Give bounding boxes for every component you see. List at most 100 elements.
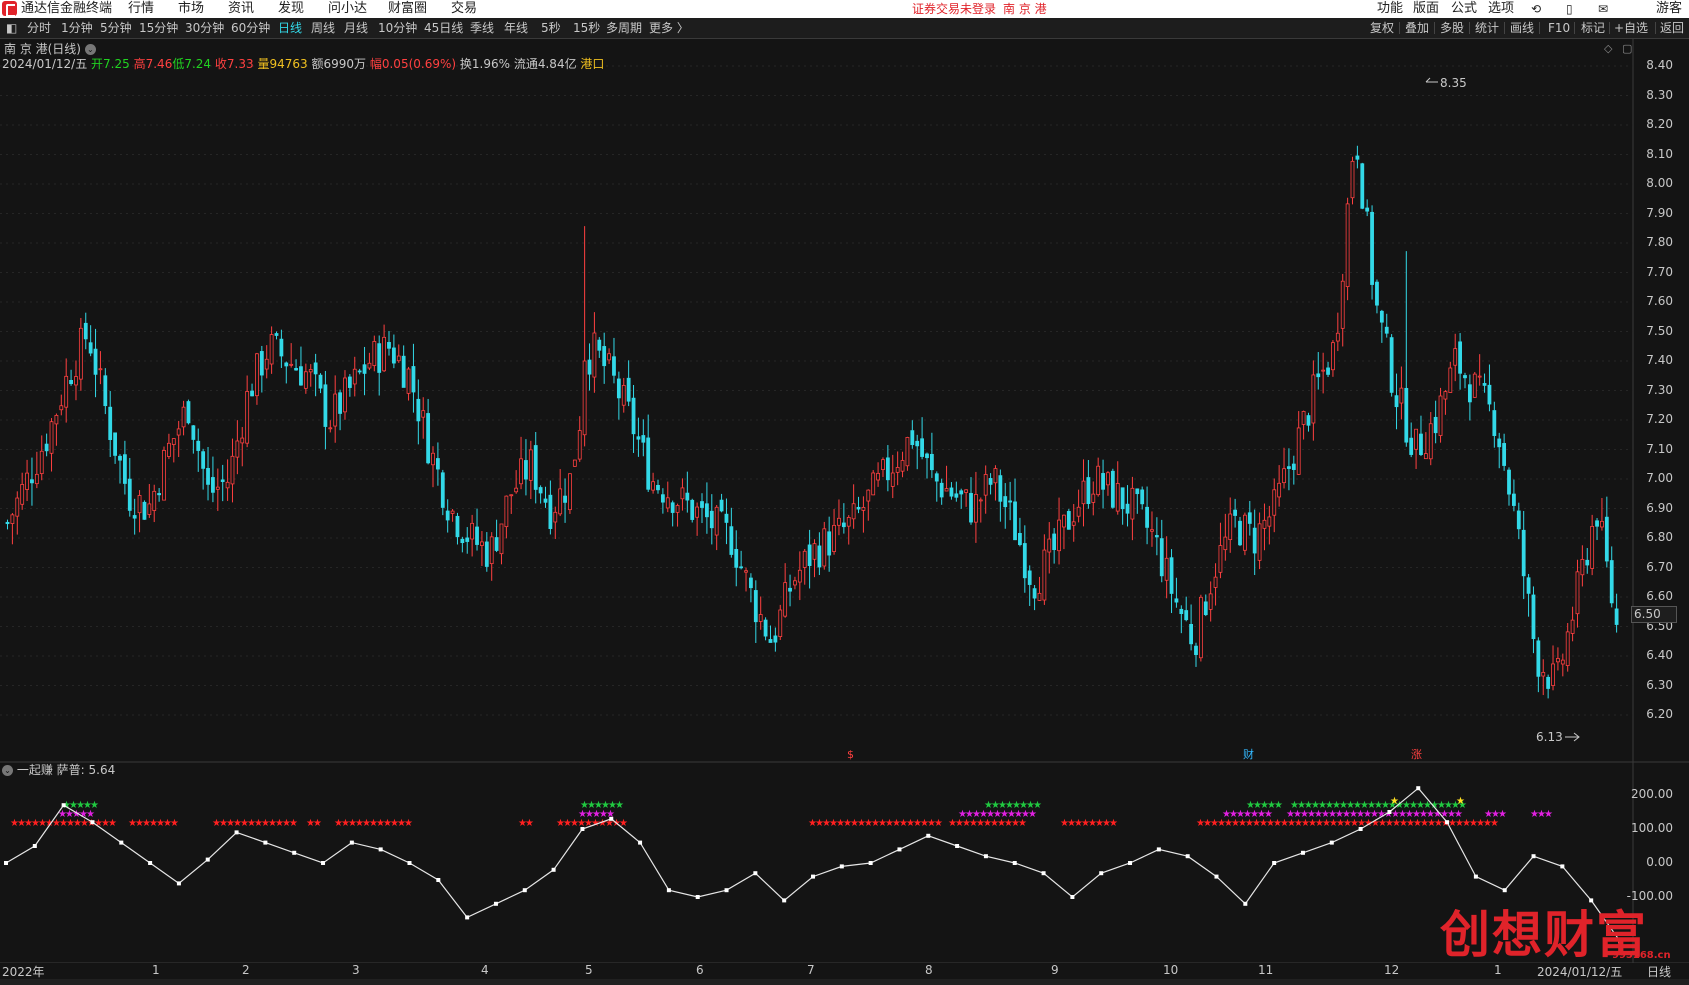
tool-f10[interactable]: F10 [1548, 18, 1570, 38]
refresh-icon[interactable]: ⟲ [1531, 0, 1541, 18]
period-intraday[interactable]: 分时 [27, 18, 51, 38]
period-15sec[interactable]: 15秒 [573, 18, 600, 38]
candle-body [558, 488, 563, 515]
period-multi[interactable]: 多周期 [606, 18, 642, 38]
indicator-toggle-icon[interactable]: ⌄ [2, 765, 13, 776]
candle-body [338, 392, 342, 414]
window-icon[interactable]: ▢ [1622, 42, 1632, 55]
event-marker-finance[interactable]: 财 [1243, 747, 1254, 761]
candle-body [333, 393, 338, 427]
candle-body [656, 484, 660, 491]
candle-body [1228, 513, 1233, 541]
kline-chart[interactable]: ★★★★★★★★★★★ ★★★ ★★★★★★★ ★★★★★★★★★★★★ ★★ ★★★★★… [0, 38, 1689, 963]
sector-link[interactable]: 港口 [580, 57, 604, 71]
candle-body [127, 478, 132, 511]
candle-body [885, 457, 890, 481]
menu-formula[interactable]: 公式 [1451, 0, 1477, 18]
menu-market[interactable]: 市场 [178, 0, 204, 18]
tool-mark[interactable]: 标记 [1581, 18, 1605, 38]
candle-body [1262, 519, 1267, 529]
menu-market-quotes[interactable]: 行情 [128, 0, 154, 18]
candle-body [157, 493, 162, 496]
tool-adjust[interactable]: 复权 [1370, 18, 1394, 38]
candle-body [1350, 160, 1355, 199]
period-more[interactable]: 更多 〉 [649, 18, 689, 38]
indicator-point [1012, 861, 1017, 865]
candle-body [1027, 570, 1032, 585]
notice-stock-name: 南 京 港 [1003, 2, 1047, 16]
candle-body [724, 513, 729, 523]
indicator-point [724, 888, 729, 893]
tool-multi-stock[interactable]: 多股 [1440, 18, 1464, 38]
candle-body [763, 619, 768, 637]
period-10min[interactable]: 10分钟 [378, 18, 417, 38]
tool-stats[interactable]: 统计 [1475, 18, 1499, 38]
indicator-name: 一起赚 [16, 763, 53, 777]
indicator-point [1272, 861, 1277, 865]
tool-overlay[interactable]: 叠加 [1405, 18, 1429, 38]
x-label-sep: 9 [1051, 963, 1059, 977]
candle-body [1101, 473, 1105, 490]
diamond-icon[interactable]: ◇ [1604, 42, 1612, 55]
indicator-point [436, 878, 441, 882]
menu-news[interactable]: 资讯 [228, 0, 254, 18]
user-guest[interactable]: 游客 [1656, 0, 1682, 18]
period-5min[interactable]: 5分钟 [100, 18, 132, 38]
period-30min[interactable]: 30分钟 [185, 18, 224, 38]
period-45day[interactable]: 45日线 [424, 18, 463, 38]
candle-body [607, 353, 611, 361]
x-label-feb: 2 [242, 963, 250, 977]
mail-icon[interactable]: ✉ [1598, 0, 1608, 18]
menu-layout[interactable]: 版面 [1413, 0, 1439, 18]
login-notice[interactable]: 证券交易未登录 [912, 0, 996, 18]
event-marker-dollar[interactable]: $ [847, 748, 854, 761]
indicator-point [234, 830, 239, 835]
menu-function[interactable]: 功能 [1377, 0, 1403, 18]
candle-body [328, 427, 333, 430]
menu-ask[interactable]: 问小达 [328, 0, 367, 18]
candle-body [1570, 619, 1575, 634]
period-weekly[interactable]: 周线 [311, 18, 335, 38]
period-monthly[interactable]: 月线 [344, 18, 368, 38]
candle-body [191, 425, 196, 440]
indicator-point [1329, 840, 1334, 845]
menu-options[interactable]: 选项 [1488, 0, 1514, 18]
candle-body [1066, 511, 1071, 530]
candle-body [1428, 423, 1433, 460]
candle-body [15, 497, 20, 517]
period-quarterly[interactable]: 季线 [470, 18, 494, 38]
candle-body [431, 452, 435, 466]
period-yearly[interactable]: 年线 [504, 18, 528, 38]
tool-back[interactable]: 返回 [1660, 18, 1684, 38]
candle-body [25, 472, 29, 490]
candle-body [1311, 374, 1316, 424]
menu-wealth[interactable]: 财富圈 [388, 0, 427, 18]
candle-body [1399, 387, 1404, 404]
period-daily[interactable]: 日线 [278, 18, 302, 38]
candle-body [705, 503, 709, 518]
indicator-point [1358, 827, 1363, 831]
tool-draw[interactable]: 画线 [1510, 18, 1534, 38]
period-15min[interactable]: 15分钟 [139, 18, 178, 38]
period-5sec[interactable]: 5秒 [541, 18, 561, 38]
candle-body [807, 544, 812, 567]
signal-star: ★ [313, 818, 322, 829]
price-tick-label: 7.70 [1646, 264, 1673, 279]
menu-trade[interactable]: 交易 [451, 0, 477, 18]
period-1min[interactable]: 1分钟 [61, 18, 93, 38]
candle-body [1291, 463, 1296, 470]
candle-body [1194, 645, 1198, 655]
candle-body [1257, 523, 1262, 561]
candle-body [489, 536, 494, 565]
tool-add-watchlist[interactable]: +自选 [1614, 18, 1648, 38]
phone-icon[interactable]: ▯ [1566, 0, 1573, 18]
menu-discover[interactable]: 发现 [278, 0, 304, 18]
panel-toggle-icon[interactable]: ◧ [6, 18, 17, 38]
event-marker-rise[interactable]: 涨 [1411, 748, 1422, 761]
x-label-period[interactable]: 日线 [1647, 963, 1671, 980]
chevron-down-icon[interactable]: ⌄ [84, 44, 96, 55]
price-tick-label: 7.80 [1646, 235, 1673, 249]
period-60min[interactable]: 60分钟 [231, 18, 270, 38]
candle-body [1585, 559, 1590, 566]
signal-star: ★ [934, 818, 943, 829]
